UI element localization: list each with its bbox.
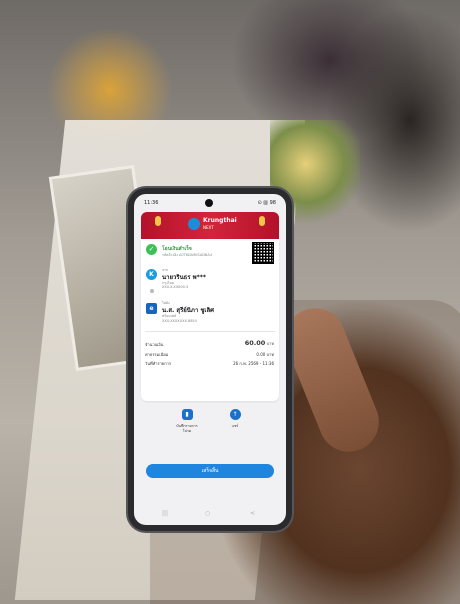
status-indicators: ⊙ ▥ 98	[257, 200, 276, 206]
photo-background: 11:36 ⊙ ▥ 98 Krungthai NEXT ✓ โอนเงินสำเ…	[0, 0, 460, 604]
front-camera	[205, 199, 213, 207]
recent-apps-icon[interactable]: |||	[162, 510, 168, 517]
amount-value: 60.00	[244, 339, 266, 347]
promptpay-icon: e	[146, 303, 157, 314]
krungthai-icon: K	[146, 269, 157, 280]
bank-banner: Krungthai NEXT	[141, 212, 279, 239]
share-label: แชร์	[231, 424, 239, 428]
smartphone: 11:36 ⊙ ▥ 98 Krungthai NEXT ✓ โอนเงินสำเ…	[128, 188, 292, 531]
back-icon[interactable]: <	[250, 510, 255, 517]
bank-brand: Krungthai	[203, 217, 237, 224]
sender-account: XXX-X-XX800-5	[162, 285, 189, 289]
lantern-icon	[259, 216, 265, 226]
save-favorite-button[interactable]: ▮ บันทึกรายการ โปรด	[167, 409, 207, 434]
qr-code[interactable]	[252, 242, 274, 264]
check-icon: ✓	[146, 244, 157, 255]
divider	[145, 331, 275, 332]
save-label-line-1: บันทึกรายการ	[176, 424, 198, 428]
date-value: 26 ก.พ. 2569 - 11:36	[233, 361, 274, 366]
fee-value: 0.00 บาท	[256, 352, 274, 357]
system-nav-bar: ||| ○ <	[134, 505, 286, 525]
save-favorite-label: บันทึกรายการ โปรด	[167, 424, 207, 434]
share-icon: ↑	[229, 409, 241, 420]
lantern-icon	[155, 216, 161, 226]
reference-number: รหัสอ้างอิง A0T8DA9KSADBA4	[162, 253, 212, 257]
bank-brand-sub: NEXT	[203, 225, 214, 230]
amount-unit: บาท	[266, 341, 274, 346]
done-button[interactable]: เสร็จสิ้น	[146, 464, 274, 478]
date-label: วันที่ทำรายการ	[145, 361, 172, 366]
transfer-slip: ✓ โอนเงินสำเร็จ รหัสอ้างอิง A0T8DA9KSADB…	[141, 239, 279, 401]
share-button[interactable]: ↑ แชร์	[215, 409, 255, 429]
home-icon[interactable]: ○	[205, 510, 210, 517]
recipient-account: XXX-XXXXXXX-8654	[162, 319, 197, 323]
bookmark-icon: ▮	[181, 409, 193, 420]
amount: 60.00 บาท	[245, 339, 274, 347]
save-label-line-2: โปรด	[182, 429, 192, 433]
phone-screen: 11:36 ⊙ ▥ 98 Krungthai NEXT ✓ โอนเงินสำเ…	[134, 194, 286, 525]
fee-label: ค่าธรรมเนียม	[145, 352, 169, 357]
status-time: 11:36	[144, 200, 159, 206]
connector-dot	[150, 289, 154, 293]
amount-label: จำนวนเงิน	[145, 342, 164, 347]
bank-logo-icon	[188, 218, 200, 230]
